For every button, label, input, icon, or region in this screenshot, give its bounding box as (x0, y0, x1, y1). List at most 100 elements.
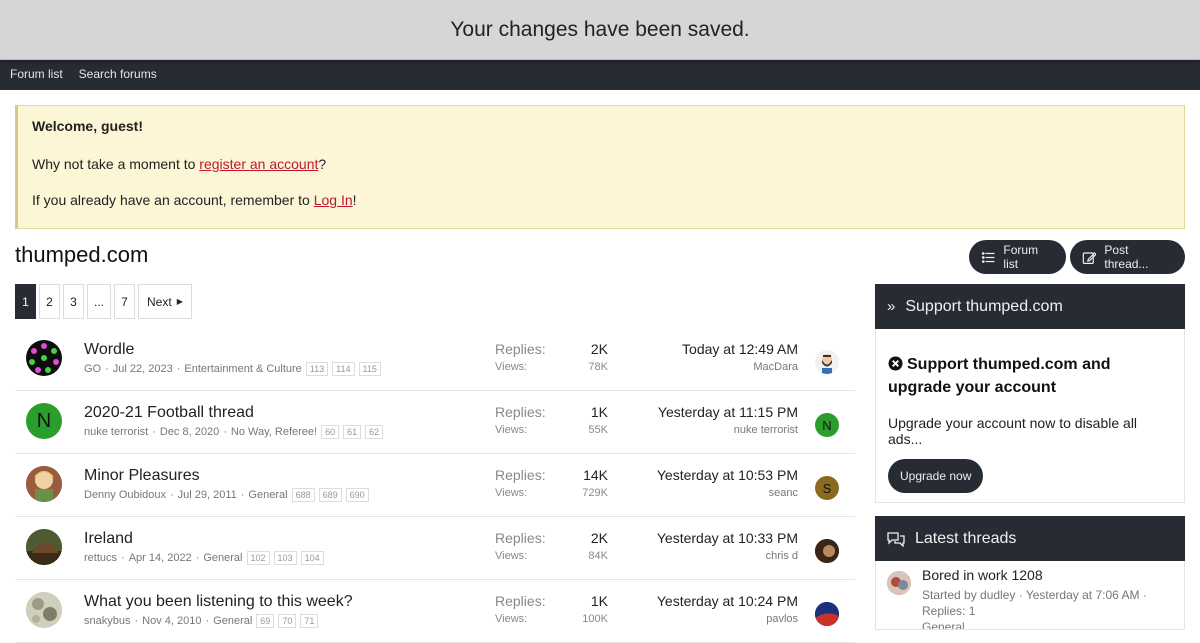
last-poster-avatar[interactable] (815, 350, 839, 374)
thread-page-link[interactable]: 113 (305, 362, 329, 376)
thread-author[interactable]: Denny Oubidoux (84, 489, 166, 501)
register-prompt: Why not take a moment to register an acc… (32, 156, 1170, 172)
thread-date[interactable]: Nov 4, 2010 (142, 615, 201, 627)
last-post-user[interactable]: seanc (769, 487, 798, 499)
views-count: 84K (588, 550, 608, 562)
last-post-time[interactable]: Yesterday at 10:33 PM (657, 530, 798, 546)
page-title: thumped.com (15, 242, 149, 267)
thread-title[interactable]: What you been listening to this week? (84, 593, 353, 611)
forum-list-button[interactable]: Forum list (969, 240, 1066, 274)
thread-page-link[interactable]: 102 (246, 551, 270, 565)
page-ellipsis[interactable]: ... (87, 284, 112, 319)
photo-avatar-icon (887, 571, 911, 595)
thread-date[interactable]: Dec 8, 2020 (160, 426, 219, 438)
thread-row[interactable]: N 2020-21 Football thread nuke terrorist… (15, 391, 855, 454)
page-link-7[interactable]: 7 (114, 284, 136, 319)
post-thread-button[interactable]: Post thread... (1070, 240, 1185, 274)
register-link[interactable]: register an account (199, 156, 318, 172)
thread-forum[interactable]: General (213, 615, 252, 627)
views-count: 78K (588, 361, 608, 373)
thread-row[interactable]: What you been listening to this week? sn… (15, 580, 855, 643)
thread-author[interactable]: GO (84, 363, 101, 375)
thread-author[interactable]: snakybus (84, 615, 130, 627)
thread-author-avatar[interactable] (26, 466, 62, 502)
thread-forum[interactable]: No Way, Referee! (231, 426, 317, 438)
last-post-time[interactable]: Yesterday at 10:53 PM (657, 467, 798, 483)
thread-page-link[interactable]: 60 (321, 425, 340, 439)
last-post-time[interactable]: Yesterday at 10:24 PM (657, 593, 798, 609)
thread-meta: GO · Jul 22, 2023 · Entertainment & Cultur… (84, 362, 381, 376)
thread-author-avatar[interactable] (26, 529, 62, 565)
latest-thread-title[interactable]: Bored in work 1208 (922, 567, 1043, 583)
nav-forum-list[interactable]: Forum list (10, 67, 63, 81)
thread-forum[interactable]: General (248, 489, 287, 501)
thread-page-link[interactable]: 104 (300, 551, 324, 565)
login-prompt: If you already have an account, remember… (32, 192, 1170, 208)
meta-separator: · (169, 489, 174, 501)
latest-thread-avatar[interactable] (887, 571, 911, 595)
last-poster-avatar[interactable] (815, 539, 839, 563)
meta-separator: · (240, 489, 245, 501)
last-poster-avatar[interactable]: S (815, 476, 839, 500)
photo-avatar-icon (815, 539, 839, 563)
last-poster-avatar[interactable] (815, 602, 839, 626)
post-thread-button-label: Post thread... (1104, 243, 1149, 271)
thread-page-link[interactable]: 62 (365, 425, 384, 439)
replies-label: Replies: (495, 341, 546, 357)
circle-x-icon (888, 356, 903, 371)
thread-page-link[interactable]: 103 (273, 551, 297, 565)
page-link-3[interactable]: 3 (63, 284, 84, 319)
thread-page-link[interactable]: 114 (332, 362, 355, 376)
last-post-user[interactable]: pavlos (766, 613, 798, 625)
thread-title[interactable]: Wordle (84, 341, 134, 359)
nav-search-forums[interactable]: Search forums (79, 67, 157, 81)
sub-navigation: Forum list Search forums (0, 58, 157, 90)
chat-bubbles-icon (887, 531, 905, 547)
last-poster-avatar[interactable]: N (815, 413, 839, 437)
thread-forum[interactable]: General (203, 552, 242, 564)
page-link-2[interactable]: 2 (39, 284, 60, 319)
thread-author[interactable]: rettucs (84, 552, 117, 564)
latest-threads-title: Latest threads (915, 529, 1017, 547)
support-text: Upgrade your account now to disable all … (888, 415, 1138, 447)
latest-thread-forum[interactable]: General (922, 619, 1172, 629)
upgrade-now-button[interactable]: Upgrade now (888, 459, 984, 493)
replies-count: 1K (590, 593, 608, 609)
meta-separator: · (121, 552, 125, 564)
thread-page-link[interactable]: 61 (343, 425, 362, 439)
thread-date[interactable]: Jul 29, 2011 (178, 489, 237, 501)
thread-page-link[interactable]: 69 (256, 614, 275, 628)
thread-row[interactable]: Ireland rettucs · Apr 14, 2022 · General 1… (15, 517, 855, 580)
thread-page-link[interactable]: 71 (300, 614, 319, 628)
latest-thread-meta: Started by dudley · Yesterday at 7:06 AM… (922, 587, 1172, 629)
last-post-time[interactable]: Yesterday at 11:15 PM (658, 404, 798, 420)
last-post-user[interactable]: chris d (766, 550, 798, 562)
thread-date[interactable]: Apr 14, 2022 (129, 552, 192, 564)
login-link[interactable]: Log In (314, 192, 353, 208)
thread-title[interactable]: 2020-21 Football thread (84, 404, 254, 422)
thread-forum[interactable]: Entertainment & Culture (184, 363, 301, 375)
thread-author[interactable]: nuke terrorist (84, 426, 148, 438)
latest-thread-item[interactable]: Bored in work 1208 Started by dudley · Y… (875, 561, 1185, 630)
thread-title[interactable]: Ireland (84, 530, 133, 548)
next-page-button[interactable]: Next ▶ (138, 284, 192, 319)
thread-row[interactable]: Wordle GO · Jul 22, 2023 · Entertainment &… (15, 328, 855, 391)
last-post-user[interactable]: nuke terrorist (734, 424, 798, 436)
thread-page-link[interactable]: 690 (345, 488, 369, 502)
last-post-user[interactable]: MacDara (753, 361, 798, 373)
thread-date[interactable]: Jul 22, 2023 (113, 363, 173, 375)
thread-page-link[interactable]: 689 (318, 488, 342, 502)
thread-author-avatar[interactable]: N (26, 403, 62, 439)
thread-page-link[interactable]: 115 (358, 362, 381, 376)
thread-author-avatar[interactable] (26, 340, 62, 376)
register-prompt-text: Why not take a moment to (32, 156, 200, 172)
page-link-1[interactable]: 1 (15, 284, 36, 319)
thread-row[interactable]: Minor Pleasures Denny Oubidoux · Jul 29, … (15, 454, 855, 517)
views-label: Views: (495, 487, 528, 499)
thread-page-link[interactable]: 688 (291, 488, 315, 502)
replies-count: 14K (583, 467, 608, 483)
thread-page-link[interactable]: 70 (278, 614, 297, 628)
thread-title[interactable]: Minor Pleasures (84, 467, 200, 485)
last-post-time[interactable]: Today at 12:49 AM (682, 341, 798, 357)
thread-author-avatar[interactable] (26, 592, 62, 628)
